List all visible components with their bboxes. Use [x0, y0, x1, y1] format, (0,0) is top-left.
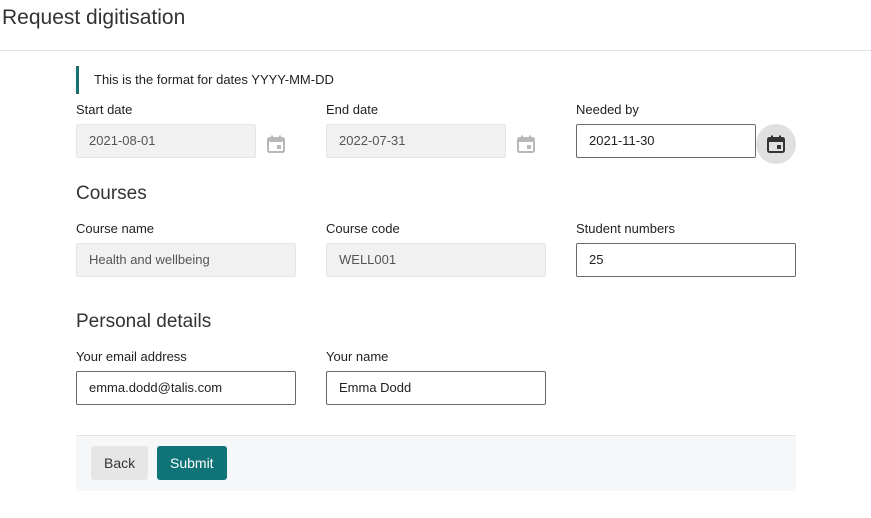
student-numbers-input[interactable]: 25 — [576, 243, 796, 277]
needed-by-label: Needed by — [576, 102, 639, 117]
courses-section-title: Courses — [76, 183, 147, 204]
personal-details-section-title: Personal details — [76, 311, 212, 332]
course-code-label: Course code — [326, 221, 400, 236]
calendar-icon — [267, 135, 285, 153]
page-title: Request digitisation — [2, 6, 186, 29]
calendar-icon — [517, 135, 535, 153]
start-date-calendar-button — [256, 124, 296, 164]
date-format-hint: This is the format for dates YYYY-MM-DD — [76, 66, 334, 94]
needed-by-input[interactable]: 2021-11-30 — [576, 124, 756, 158]
email-input[interactable]: emma.dodd@talis.com — [76, 371, 296, 405]
end-date-label: End date — [326, 102, 379, 117]
name-input[interactable]: Emma Dodd — [326, 371, 546, 405]
submit-button[interactable]: Submit — [157, 446, 227, 480]
header-divider — [0, 50, 871, 51]
back-button[interactable]: Back — [91, 446, 149, 480]
email-label: Your email address — [76, 349, 187, 364]
course-name-field: Health and wellbeing — [76, 243, 296, 277]
course-name-label: Course name — [76, 221, 155, 236]
end-date-calendar-button — [506, 124, 546, 164]
calendar-icon — [767, 135, 785, 153]
name-label: Your name — [326, 349, 389, 364]
end-date-field: 2022-07-31 — [326, 124, 506, 158]
student-numbers-label: Student numbers — [576, 221, 676, 236]
start-date-label: Start date — [76, 102, 133, 117]
start-date-field: 2021-08-01 — [76, 124, 256, 158]
needed-by-calendar-button[interactable] — [756, 124, 796, 164]
course-code-field: WELL001 — [326, 243, 546, 277]
